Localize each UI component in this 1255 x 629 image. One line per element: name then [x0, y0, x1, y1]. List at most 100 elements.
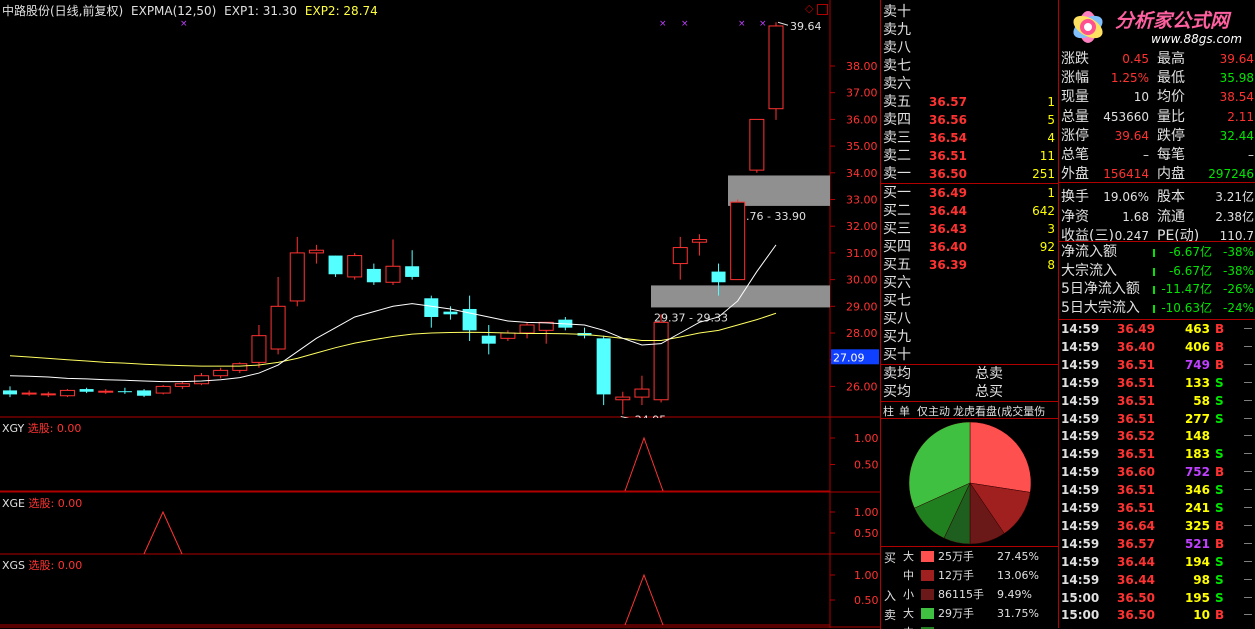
- tick-volume: 752: [1184, 465, 1210, 480]
- tick-time: 14:59: [1061, 536, 1100, 551]
- order-level[interactable]: 卖八: [883, 39, 1057, 57]
- tick-dash: [1244, 399, 1252, 401]
- logo-url[interactable]: www.88gs.com: [1151, 32, 1242, 46]
- stat-label: 每笔: [1157, 147, 1185, 163]
- stat-label: 总笔: [1061, 147, 1089, 163]
- buy-levels: 买一 36.49 1 买二 36.44 642 买三 36.43 3 买四 36.40 92 买五 36.…: [883, 184, 1057, 364]
- tick-row[interactable]: 14:59 36.52 148: [1061, 427, 1255, 445]
- order-level[interactable]: 卖五 36.57 1: [883, 93, 1057, 111]
- order-level[interactable]: 买四 36.40 92: [883, 238, 1057, 256]
- order-tab[interactable]: 仅主动: [917, 403, 950, 418]
- pie-buy-label: 买: [884, 551, 897, 565]
- candle-body: [232, 363, 248, 371]
- order-level[interactable]: 卖三 36.54 4: [883, 129, 1057, 147]
- legend-swatch: [921, 551, 934, 562]
- flow-pct: -26%: [1222, 282, 1254, 296]
- order-level[interactable]: 买五 36.39 8: [883, 256, 1057, 274]
- tick-row[interactable]: 14:59 36.51 241 S: [1061, 499, 1255, 517]
- tick-row[interactable]: 14:59 36.51 277 S: [1061, 410, 1255, 428]
- level-price: 36.56: [929, 113, 967, 127]
- tick-row[interactable]: 14:59 36.64 325 B: [1061, 517, 1255, 535]
- tick-time: 14:59: [1061, 501, 1100, 515]
- order-level[interactable]: 卖七: [883, 57, 1057, 75]
- order-level[interactable]: 买六: [883, 274, 1057, 292]
- tick-volume: 277: [1184, 411, 1210, 426]
- tick-row[interactable]: 14:59 36.40 406 B: [1061, 338, 1255, 356]
- pie-legend-row: 大 25万手 27.45%: [901, 547, 1059, 566]
- flow-pct: -38%: [1222, 245, 1254, 259]
- order-level[interactable]: 卖四 36.56 5: [883, 111, 1057, 129]
- subchart-xgy-plot: 1.00 0.50: [0, 418, 880, 493]
- tick-time: 14:59: [1061, 447, 1100, 462]
- tick-list[interactable]: 14:59 36.49 463 B 14:59 36.40 406 B 14:59 36.51 74…: [1061, 320, 1255, 628]
- pie-legend-row: 中 12万手 13.06%: [901, 566, 1059, 585]
- candle-body: [289, 252, 305, 302]
- tick-row[interactable]: 14:59 36.51 58 S: [1061, 392, 1255, 410]
- tick-price: 36.44: [1117, 572, 1155, 587]
- subchart-xgs[interactable]: XGS 选股: 0.00 1.00 0.50: [0, 555, 880, 628]
- order-level[interactable]: 卖九: [883, 21, 1057, 39]
- legend-name: 25万手: [938, 550, 974, 563]
- stat-value: 2.11: [1227, 109, 1254, 124]
- tick-price: 36.52: [1117, 429, 1155, 444]
- flow-value: -10.63亿: [1161, 300, 1212, 315]
- order-level[interactable]: 买十: [883, 346, 1057, 364]
- level-volume: 5: [1047, 113, 1055, 127]
- tick-price: 36.50: [1117, 590, 1155, 605]
- tick-row[interactable]: 14:59 36.44 98 S: [1061, 571, 1255, 589]
- stat-row: 涨跌 0.45 最高 39.64: [1061, 50, 1255, 69]
- tick-row[interactable]: 14:59 36.51 346 S: [1061, 481, 1255, 499]
- tick-row[interactable]: 14:59 36.51 133 S: [1061, 374, 1255, 392]
- order-level[interactable]: 卖二 36.51 11: [883, 147, 1057, 165]
- order-tab[interactable]: 龙虎看盘(成交量伤: [953, 403, 1045, 418]
- tick-row[interactable]: 14:59 36.57 521 B: [1061, 535, 1255, 553]
- legend-size: 中: [903, 569, 914, 582]
- candle: [328, 255, 343, 277]
- tick-volume: 194: [1184, 554, 1210, 569]
- candle-body: [213, 369, 229, 377]
- order-level[interactable]: 买七: [883, 292, 1057, 310]
- tick-row[interactable]: 15:00 36.50 195 S: [1061, 589, 1255, 607]
- level-label: 卖七: [883, 58, 911, 74]
- order-level[interactable]: 卖一 36.50 251: [883, 165, 1057, 183]
- price-tick-label: 30.00: [846, 274, 878, 287]
- tick-row[interactable]: 14:59 36.60 752 B: [1061, 463, 1255, 481]
- tick-dash: [1244, 560, 1252, 562]
- subchart-xge[interactable]: XGE 选股: 0.00 1.00 0.50: [0, 493, 880, 555]
- price-tick-label: 29.00: [846, 300, 878, 313]
- flow-pie-panel: 买 入 卖 大 25万手 27.45% 中 12万手 13.06% 小 86115手 9.49%…: [880, 418, 1059, 629]
- level-label: 买四: [883, 239, 911, 255]
- order-level[interactable]: 买九: [883, 328, 1057, 346]
- order-level[interactable]: 买一 36.49 1: [883, 184, 1057, 202]
- pie-legend-row: 小 86115手 9.49%: [901, 585, 1059, 604]
- tick-price: 36.49: [1117, 322, 1155, 336]
- tick-volume: 241: [1184, 501, 1210, 515]
- tick-dash: [1244, 328, 1252, 329]
- price-tick-label: 28.00: [846, 327, 878, 340]
- tick-volume: 406: [1184, 339, 1210, 354]
- order-level[interactable]: 买三 36.43 3: [883, 220, 1057, 238]
- tick-dash: [1244, 524, 1252, 526]
- candle: [634, 375, 650, 406]
- tick-volume: 10: [1193, 608, 1210, 623]
- order-tab[interactable]: 柱: [883, 403, 894, 418]
- tick-row[interactable]: 14:59 36.51 183 S: [1061, 445, 1255, 463]
- logo-text: 分析家公式网: [1115, 10, 1230, 32]
- order-level[interactable]: 卖六: [883, 75, 1057, 93]
- flow-row: 5日净流入额 -11.47亿 -26%: [1061, 280, 1255, 299]
- order-level[interactable]: 买八: [883, 310, 1057, 328]
- tick-row[interactable]: 14:59 36.49 463 B: [1061, 320, 1255, 338]
- order-level[interactable]: 买二 36.44 642: [883, 202, 1057, 220]
- pie-legend-row: 大 29万手 31.75%: [901, 604, 1059, 623]
- candlestick-chart[interactable]: 38.00 37.00 36.00 35.00 34.00 33.00 32.00 31.00…: [0, 0, 880, 418]
- avg-row: 买均 总买: [883, 383, 1057, 401]
- price-tick-label: 32.00: [846, 220, 878, 233]
- tick-row[interactable]: 15:00 36.50 10 B: [1061, 606, 1255, 624]
- flow-pie-chart[interactable]: [881, 419, 1059, 547]
- subchart-xgy[interactable]: XGY 选股: 0.00 1.00 0.50: [0, 418, 880, 493]
- tick-row[interactable]: 14:59 36.44 194 S: [1061, 553, 1255, 571]
- tick-row[interactable]: 14:59 36.51 749 B: [1061, 356, 1255, 374]
- candle: [289, 236, 305, 307]
- order-tab[interactable]: 单: [899, 403, 910, 418]
- order-level[interactable]: 卖十: [883, 3, 1057, 21]
